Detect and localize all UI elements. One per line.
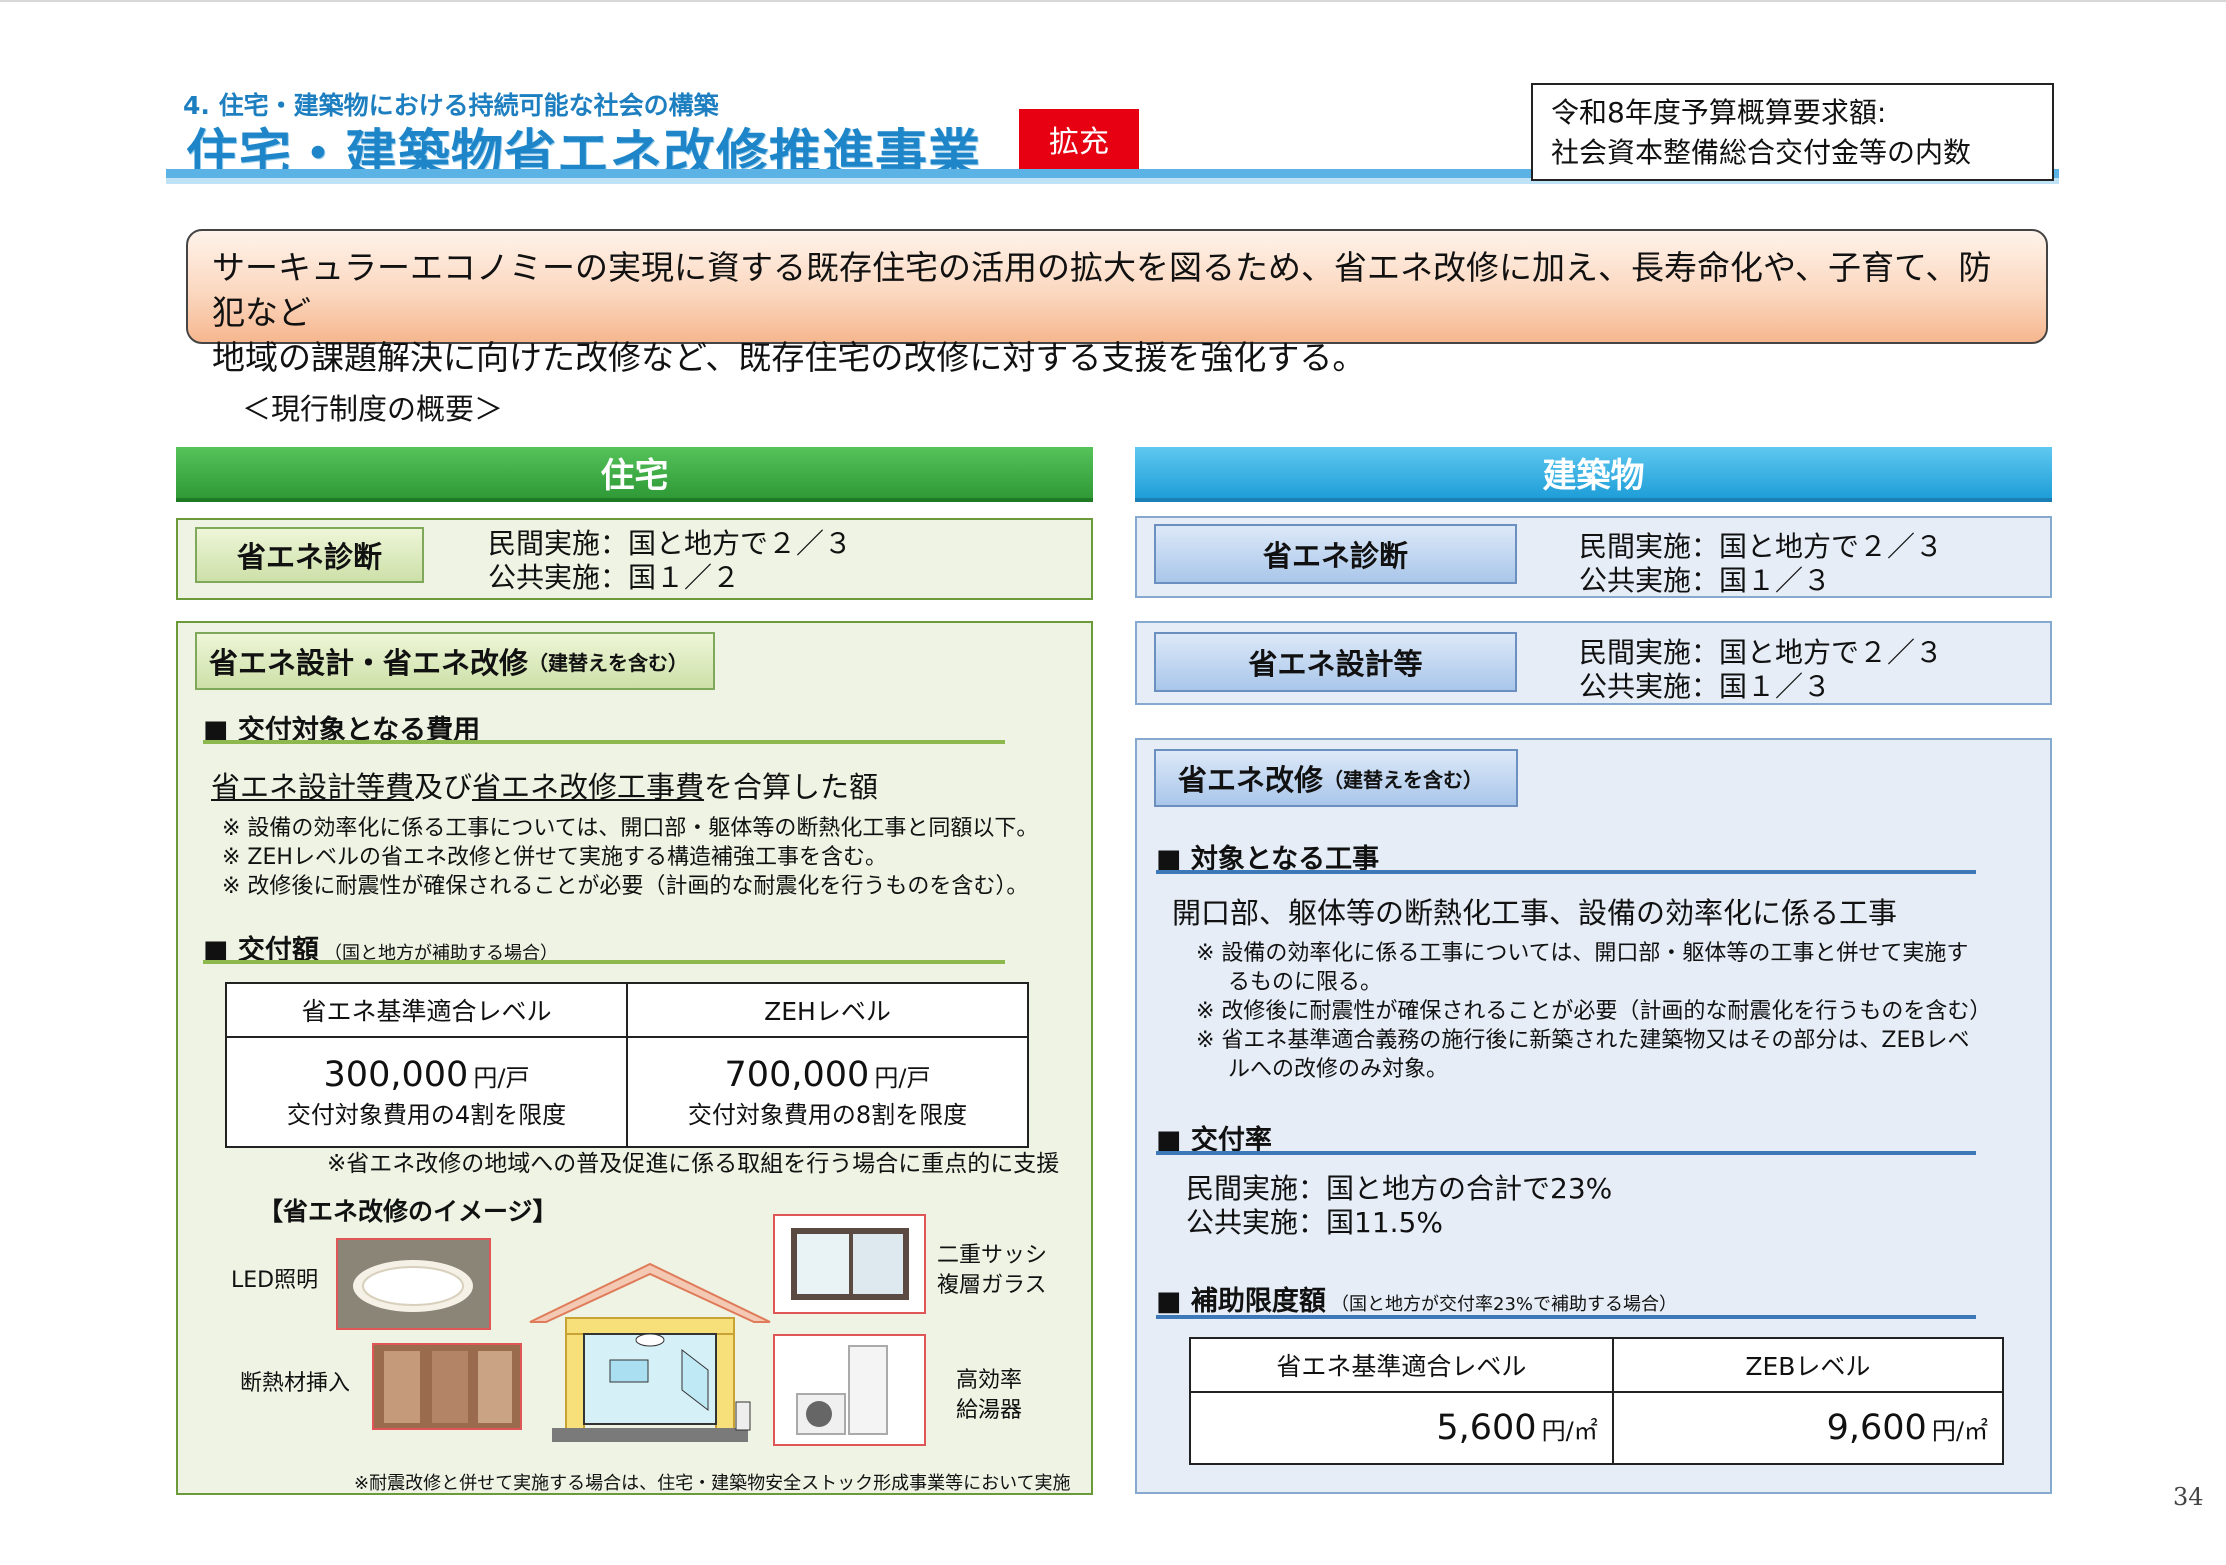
building-header: 建築物 [1135, 447, 2052, 502]
housing-value-1: 300,000 [323, 1054, 469, 1095]
housing-note-2: ※ ZEHレベルの省エネ改修と併せて実施する構造補強工事を含む。 [222, 845, 887, 870]
water-heater-icon [775, 1336, 924, 1444]
expand-tag: 拡充 [1019, 109, 1139, 169]
building-notes: ※ 設備の効率化に係る工事については、開口部・躯体等の工事と併せて実施す るもの… [1196, 939, 1991, 1084]
overview-label: ＜現行制度の概要＞ [242, 392, 504, 426]
building-value-1: 5,600 [1436, 1408, 1537, 1448]
housing-cost-sum: を合算した額 [704, 770, 879, 804]
heater-photo [773, 1334, 926, 1446]
heater-caption-line-1: 高効率 [956, 1368, 1023, 1393]
housing-value-2: 700,000 [724, 1054, 870, 1095]
led-photo [336, 1238, 491, 1330]
housing-table-cell-1: 300,000 円/戸 交付対象費用の4割を限度 [225, 1036, 628, 1148]
heater-caption-line-2: 給湯器 [956, 1398, 1023, 1423]
budget-line-2: 社会資本整備総合交付金等の内数 [1551, 136, 1972, 169]
top-rule [0, 0, 2226, 2]
housing-notes: ※ 設備の効率化に係る工事については、開口部・躯体等の断熱化工事と同額以下。 ※… [222, 814, 1038, 901]
summary-box: サーキュラーエコノミーの実現に資する既存住宅の活用の拡大を図るため、省エネ改修に… [186, 229, 2048, 377]
housing-cost-underline [203, 740, 1005, 744]
housing-table-col1: 省エネ基準適合レベル [225, 982, 628, 1038]
building-unit-1: 円/㎡ [1541, 1417, 1598, 1445]
housing-cost-work: 省エネ改修工事費 [472, 770, 705, 804]
sash-caption-line-2: 複層ガラス [937, 1273, 1047, 1298]
housing-cost-design: 省エネ設計等費 [211, 770, 415, 804]
housing-cost-text: 省エネ設計等費及び省エネ改修工事費を合算した額 [211, 764, 878, 806]
building-design-private: 民間実施：国と地方で２／３ [1579, 636, 1944, 669]
building-rate-public: 公共実施：国11.5% [1186, 1206, 1443, 1239]
housing-note-3: ※ 改修後に耐震性が確保されることが必要（計画的な耐震化を行うものを含む）。 [222, 874, 1029, 899]
building-note-2: ※ 改修後に耐震性が確保されることが必要（計画的な耐震化を行うものを含む） [1196, 999, 1992, 1024]
housing-unit-2: 円/戸 [874, 1063, 931, 1092]
building-unit-2: 円/㎡ [1931, 1417, 1988, 1445]
building-rate-underline [1156, 1151, 1976, 1155]
housing-table-col2: ZEHレベル [626, 982, 1029, 1038]
housing-unit-1: 円/戸 [473, 1063, 530, 1092]
building-value-2: 9,600 [1826, 1408, 1927, 1448]
building-diagnosis-public: 公共実施：国１／３ [1579, 564, 1832, 597]
building-rate-private: 民間実施：国と地方の合計で23% [1186, 1172, 1613, 1205]
housing-diagnosis-rates: 民間実施：国と地方で２／３ 公共実施：国１／２ [488, 527, 852, 595]
house-icon [529, 1262, 771, 1442]
budget-box: 令和8年度予算概算要求額: 社会資本整備総合交付金等の内数 [1531, 83, 2054, 181]
building-limit-table: 省エネ基準適合レベル ZEBレベル 5,600 円/㎡ 9,600 円/㎡ [1189, 1337, 2005, 1465]
housing-design-label: 省エネ設計・省エネ改修 （建替えを含む） [195, 632, 715, 690]
led-light-icon [338, 1240, 489, 1328]
building-retrofit-label-sub: （建替えを含む） [1323, 767, 1484, 792]
building-design-public: 公共実施：国１／３ [1579, 670, 1832, 703]
building-design-label: 省エネ設計等 [1154, 632, 1517, 692]
building-note-1: ※ 設備の効率化に係る工事については、開口部・躯体等の工事と併せて実施す [1196, 941, 1969, 966]
housing-image-title: 【省エネ改修のイメージ】 [258, 1197, 558, 1226]
building-limit-heading-main: ■ 補助限度額 [1156, 1286, 1326, 1317]
housing-focus-note: ※省エネ改修の地域への普及促進に係る取組を行う場合に重点的に支援 [327, 1151, 1060, 1177]
housing-header: 住宅 [176, 447, 1093, 502]
housing-table-cell-2: 700,000 円/戸 交付対象費用の8割を限度 [626, 1036, 1029, 1148]
heater-caption: 高効率 給湯器 [956, 1366, 1022, 1426]
sash-caption-line-1: 二重サッシ [937, 1243, 1048, 1268]
sash-photo [773, 1214, 926, 1314]
page-number: 34 [2173, 1483, 2204, 1511]
summary-line-1: サーキュラーエコノミーの実現に資する既存住宅の活用の拡大を図るため、省エネ改修に… [212, 248, 1992, 332]
housing-bottom-note: ※耐震改修と併せて実施する場合は、住宅・建築物安全ストック形成事業等において実施 [354, 1473, 1071, 1494]
housing-diagnosis-public: 公共実施：国１／２ [488, 561, 741, 594]
insulation-icon [374, 1345, 520, 1428]
double-sash-icon [775, 1216, 924, 1312]
building-retrofit-label-main: 省エネ改修 [1178, 763, 1324, 797]
building-table-col2: ZEBレベル [1611, 1337, 2005, 1393]
housing-diagnosis-label: 省エネ診断 [195, 527, 424, 583]
housing-limit-1: 交付対象費用の4割を限度 [286, 1100, 567, 1129]
sash-caption: 二重サッシ 複層ガラス [937, 1241, 1047, 1301]
building-design-rates: 民間実施：国と地方で２／３ 公共実施：国１／３ [1579, 636, 1943, 704]
led-caption: LED照明 [231, 1268, 319, 1293]
housing-limit-2: 交付対象費用の8割を限度 [687, 1100, 968, 1129]
building-diagnosis-rates: 民間実施：国と地方で２／３ 公共実施：国１／３ [1579, 530, 1943, 598]
insulation-photo [372, 1343, 522, 1430]
building-rates: 民間実施：国と地方の合計で23% 公共実施：国11.5% [1186, 1172, 1612, 1240]
building-target-underline [1156, 870, 1976, 874]
house-diagram [522, 1260, 777, 1450]
building-diagnosis-label: 省エネ診断 [1154, 524, 1517, 584]
building-diagnosis-private: 民間実施：国と地方で２／３ [1579, 530, 1944, 563]
building-limit-underline [1156, 1315, 1976, 1319]
building-limit-heading: ■ 補助限度額 （国と地方が交付率23%で補助する場合） [1156, 1279, 1677, 1318]
insulation-caption: 断熱材挿入 [240, 1371, 351, 1396]
housing-design-label-main: 省エネ設計・省エネ改修 [209, 646, 529, 680]
building-note-1-cont: るものに限る。 [1228, 970, 1383, 995]
building-target-text: 開口部、躯体等の断熱化工事、設備の効率化に係る工事 [1172, 896, 1898, 930]
budget-line-1: 令和8年度予算概算要求額: [1551, 96, 1887, 129]
building-note-3: ※ 省エネ基準適合義務の施行後に新築された建築物又はその部分は、ZEBレベ [1196, 1028, 1970, 1053]
housing-amount-table: 省エネ基準適合レベル ZEHレベル 300,000 円/戸 交付対象費用の4割を… [225, 982, 1029, 1148]
housing-note-1: ※ 設備の効率化に係る工事については、開口部・躯体等の断熱化工事と同額以下。 [222, 816, 1039, 841]
housing-design-label-sub: （建替えを含む） [528, 650, 689, 675]
building-table-col1: 省エネ基準適合レベル [1189, 1337, 1614, 1393]
building-note-3-cont: ルへの改修のみ対象。 [1228, 1057, 1449, 1082]
summary-line-2: 地域の課題解決に向けた改修など、既存住宅の改修に対する支援を強化する。 [212, 338, 1366, 377]
housing-amount-underline [203, 960, 1005, 964]
building-table-cell-2: 9,600 円/㎡ [1611, 1391, 2005, 1465]
building-limit-heading-sub: （国と地方が交付率23%で補助する場合） [1331, 1294, 1678, 1315]
building-retrofit-label: 省エネ改修 （建替えを含む） [1154, 749, 1518, 807]
building-table-cell-1: 5,600 円/㎡ [1189, 1391, 1614, 1465]
housing-diagnosis-private: 民間実施：国と地方で２／３ [488, 527, 853, 560]
housing-cost-and: 及び [414, 770, 473, 804]
